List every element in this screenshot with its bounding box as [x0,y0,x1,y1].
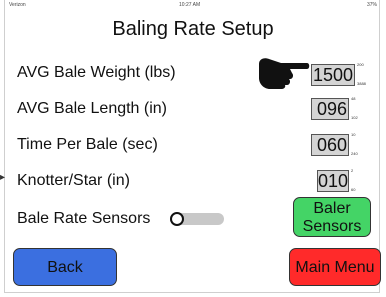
bale-length-min: 102 [351,115,358,120]
bale-weight-min: 3888 [357,81,366,86]
bale-weight-field[interactable]: 1500 [311,64,355,86]
knotter-star-field[interactable]: 010 [317,170,349,192]
time-per-bale-field[interactable]: 060 [311,134,349,156]
bale-weight-max: 200 [357,62,364,67]
baler-sensors-button[interactable]: Baler Sensors [293,197,371,237]
page-title: Baling Rate Setup [112,18,274,40]
back-button[interactable]: Back [13,248,117,286]
bale-rate-sensors-label: Bale Rate Sensors [17,210,151,227]
left-edge-arrow-icon: ▸ [0,172,6,183]
bale-length-label: AVG Bale Length (in) [17,100,168,117]
baler-sensors-label-line1: Baler [313,200,351,217]
pointing-hand-icon [259,58,310,89]
bale-weight-label: AVG Bale Weight (lbs) [17,64,176,81]
bale-rate-sensors-toggle[interactable] [169,212,225,226]
status-bar: Verizon 10:27 AM 37% [5,0,381,14]
status-battery: 37% [366,2,377,8]
time-per-bale-min: 240 [351,151,358,156]
bale-length-max: 48 [351,96,356,101]
bale-length-field[interactable]: 096 [311,98,349,120]
status-carrier: Verizon [9,2,26,8]
baler-sensors-label-line2: Sensors [302,218,362,235]
main-menu-button[interactable]: Main Menu [289,248,381,286]
app-screen: Verizon 10:27 AM 37% Baling Rate Setup A… [4,0,381,293]
time-per-bale-label: Time Per Bale (sec) [17,136,158,153]
knotter-star-max: 2 [351,168,354,173]
knotter-star-min: 60 [351,187,356,192]
status-time: 10:27 AM [179,2,201,8]
time-per-bale-max: 10 [351,132,356,137]
knotter-star-label: Knotter/Star (in) [17,172,130,189]
